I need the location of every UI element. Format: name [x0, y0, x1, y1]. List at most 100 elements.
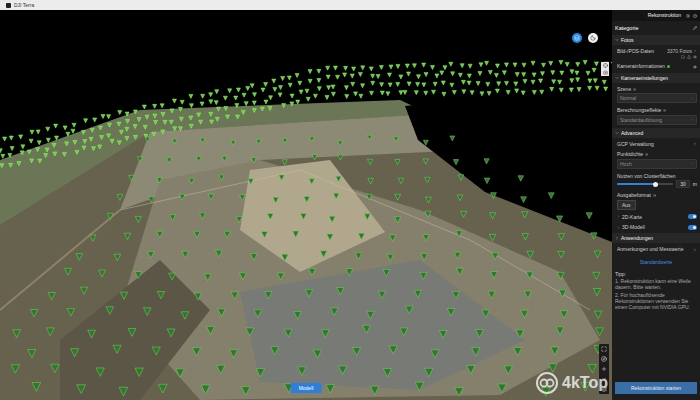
- camera-marker-icon[interactable]: [452, 90, 456, 94]
- camera-marker-icon[interactable]: [299, 90, 303, 94]
- camera-marker-icon[interactable]: [46, 328, 54, 336]
- camera-marker-icon[interactable]: [450, 136, 455, 141]
- camera-marker-icon[interactable]: [37, 141, 41, 145]
- camera-marker-icon[interactable]: [541, 387, 550, 396]
- camera-marker-icon[interactable]: [230, 350, 238, 358]
- camera-marker-icon[interactable]: [421, 254, 428, 261]
- camera-marker-icon[interactable]: [53, 152, 57, 156]
- camera-marker-icon[interactable]: [99, 270, 106, 277]
- camera-marker-icon[interactable]: [516, 330, 524, 338]
- camera-marker-icon[interactable]: [522, 212, 528, 218]
- camera-marker-icon[interactable]: [592, 68, 596, 72]
- camera-marker-icon[interactable]: [371, 74, 375, 78]
- camera-marker-icon[interactable]: [308, 70, 312, 74]
- camera-marker-icon[interactable]: [398, 178, 404, 184]
- camera-marker-icon[interactable]: [217, 365, 225, 373]
- section-header[interactable]: Anwendungen: [612, 233, 700, 243]
- camera-marker-icon[interactable]: [479, 63, 483, 67]
- camera-marker-icon[interactable]: [430, 66, 434, 70]
- camera-marker-icon[interactable]: [581, 382, 590, 391]
- camera-marker-icon[interactable]: [29, 139, 33, 143]
- camera-marker-icon[interactable]: [376, 75, 380, 79]
- camera-marker-icon[interactable]: [596, 328, 604, 336]
- camera-marker-icon[interactable]: [62, 152, 66, 156]
- camera-marker-icon[interactable]: [128, 328, 136, 336]
- camera-marker-icon[interactable]: [570, 70, 574, 74]
- camera-marker-icon[interactable]: [13, 330, 21, 338]
- camera-marker-icon[interactable]: [305, 89, 309, 93]
- camera-marker-icon[interactable]: [351, 82, 355, 86]
- camera-marker-icon[interactable]: [157, 292, 164, 299]
- camera-marker-icon[interactable]: [484, 159, 489, 164]
- camera-marker-icon[interactable]: [163, 120, 167, 124]
- camera-marker-icon[interactable]: [390, 235, 396, 241]
- camera-marker-icon[interactable]: [380, 83, 384, 87]
- camera-marker-icon[interactable]: [215, 117, 219, 121]
- camera-marker-icon[interactable]: [458, 175, 464, 181]
- camera-marker-icon[interactable]: [591, 233, 597, 239]
- point-cloud-scene[interactable]: [0, 10, 612, 400]
- camera-marker-icon[interactable]: [304, 196, 310, 202]
- camera-marker-icon[interactable]: [269, 96, 273, 100]
- camera-marker-icon[interactable]: [181, 312, 189, 320]
- camera-marker-icon[interactable]: [399, 75, 403, 79]
- camera-marker-icon[interactable]: [557, 272, 564, 279]
- camera-marker-icon[interactable]: [107, 115, 111, 119]
- camera-marker-icon[interactable]: [45, 148, 49, 152]
- camera-marker-icon[interactable]: [478, 72, 482, 76]
- camera-marker-icon[interactable]: [540, 90, 544, 94]
- camera-marker-icon[interactable]: [586, 213, 592, 219]
- camera-marker-icon[interactable]: [209, 112, 213, 116]
- camera-marker-icon[interactable]: [298, 81, 302, 85]
- camera-marker-icon[interactable]: [394, 137, 399, 142]
- camera-marker-icon[interactable]: [194, 293, 201, 300]
- camera-marker-icon[interactable]: [367, 311, 375, 319]
- camera-marker-icon[interactable]: [108, 123, 112, 127]
- camera-marker-icon[interactable]: [439, 330, 447, 338]
- camera-marker-icon[interactable]: [137, 117, 141, 121]
- camera-marker-icon[interactable]: [367, 135, 372, 140]
- camera-marker-icon[interactable]: [244, 102, 248, 106]
- camera-marker-icon[interactable]: [145, 115, 149, 119]
- camera-marker-icon[interactable]: [273, 197, 279, 203]
- camera-marker-icon[interactable]: [114, 254, 121, 261]
- camera-marker-icon[interactable]: [89, 137, 93, 141]
- camera-marker-icon[interactable]: [515, 73, 519, 77]
- camera-marker-icon[interactable]: [192, 348, 200, 356]
- camera-marker-icon[interactable]: [488, 291, 495, 298]
- camera-marker-icon[interactable]: [423, 140, 428, 145]
- camera-marker-icon[interactable]: [338, 155, 343, 160]
- camera-marker-icon[interactable]: [52, 143, 56, 147]
- camera-marker-icon[interactable]: [199, 120, 203, 124]
- camera-marker-icon[interactable]: [200, 102, 204, 106]
- camera-marker-icon[interactable]: [264, 100, 268, 104]
- camera-marker-icon[interactable]: [287, 76, 291, 80]
- camera-marker-icon[interactable]: [338, 141, 343, 146]
- camera-marker-icon[interactable]: [82, 146, 86, 150]
- camera-marker-icon[interactable]: [497, 82, 501, 86]
- theme-button[interactable]: [588, 33, 598, 43]
- camera-marker-icon[interactable]: [551, 71, 555, 75]
- camera-marker-icon[interactable]: [331, 92, 335, 96]
- camera-marker-icon[interactable]: [305, 290, 312, 297]
- camera-marker-icon[interactable]: [189, 178, 195, 184]
- camera-marker-icon[interactable]: [172, 99, 176, 103]
- camera-marker-icon[interactable]: [344, 86, 348, 90]
- camera-marker-icon[interactable]: [577, 88, 581, 92]
- camera-marker-icon[interactable]: [495, 64, 499, 68]
- camera-marker-icon[interactable]: [449, 62, 453, 66]
- camera-marker-icon[interactable]: [201, 94, 205, 98]
- camera-marker-icon[interactable]: [158, 384, 167, 393]
- camera-marker-icon[interactable]: [359, 94, 363, 98]
- camera-marker-icon[interactable]: [90, 128, 94, 132]
- camera-marker-icon[interactable]: [196, 157, 201, 162]
- camera-marker-icon[interactable]: [46, 138, 50, 142]
- camera-marker-icon[interactable]: [208, 194, 214, 200]
- camera-marker-icon[interactable]: [200, 138, 205, 143]
- camera-marker-icon[interactable]: [32, 383, 41, 392]
- camera-marker-icon[interactable]: [218, 309, 226, 317]
- camera-marker-icon[interactable]: [117, 122, 121, 126]
- camera-marker-icon[interactable]: [135, 216, 141, 222]
- camera-marker-icon[interactable]: [593, 272, 600, 279]
- camera-marker-icon[interactable]: [423, 159, 428, 164]
